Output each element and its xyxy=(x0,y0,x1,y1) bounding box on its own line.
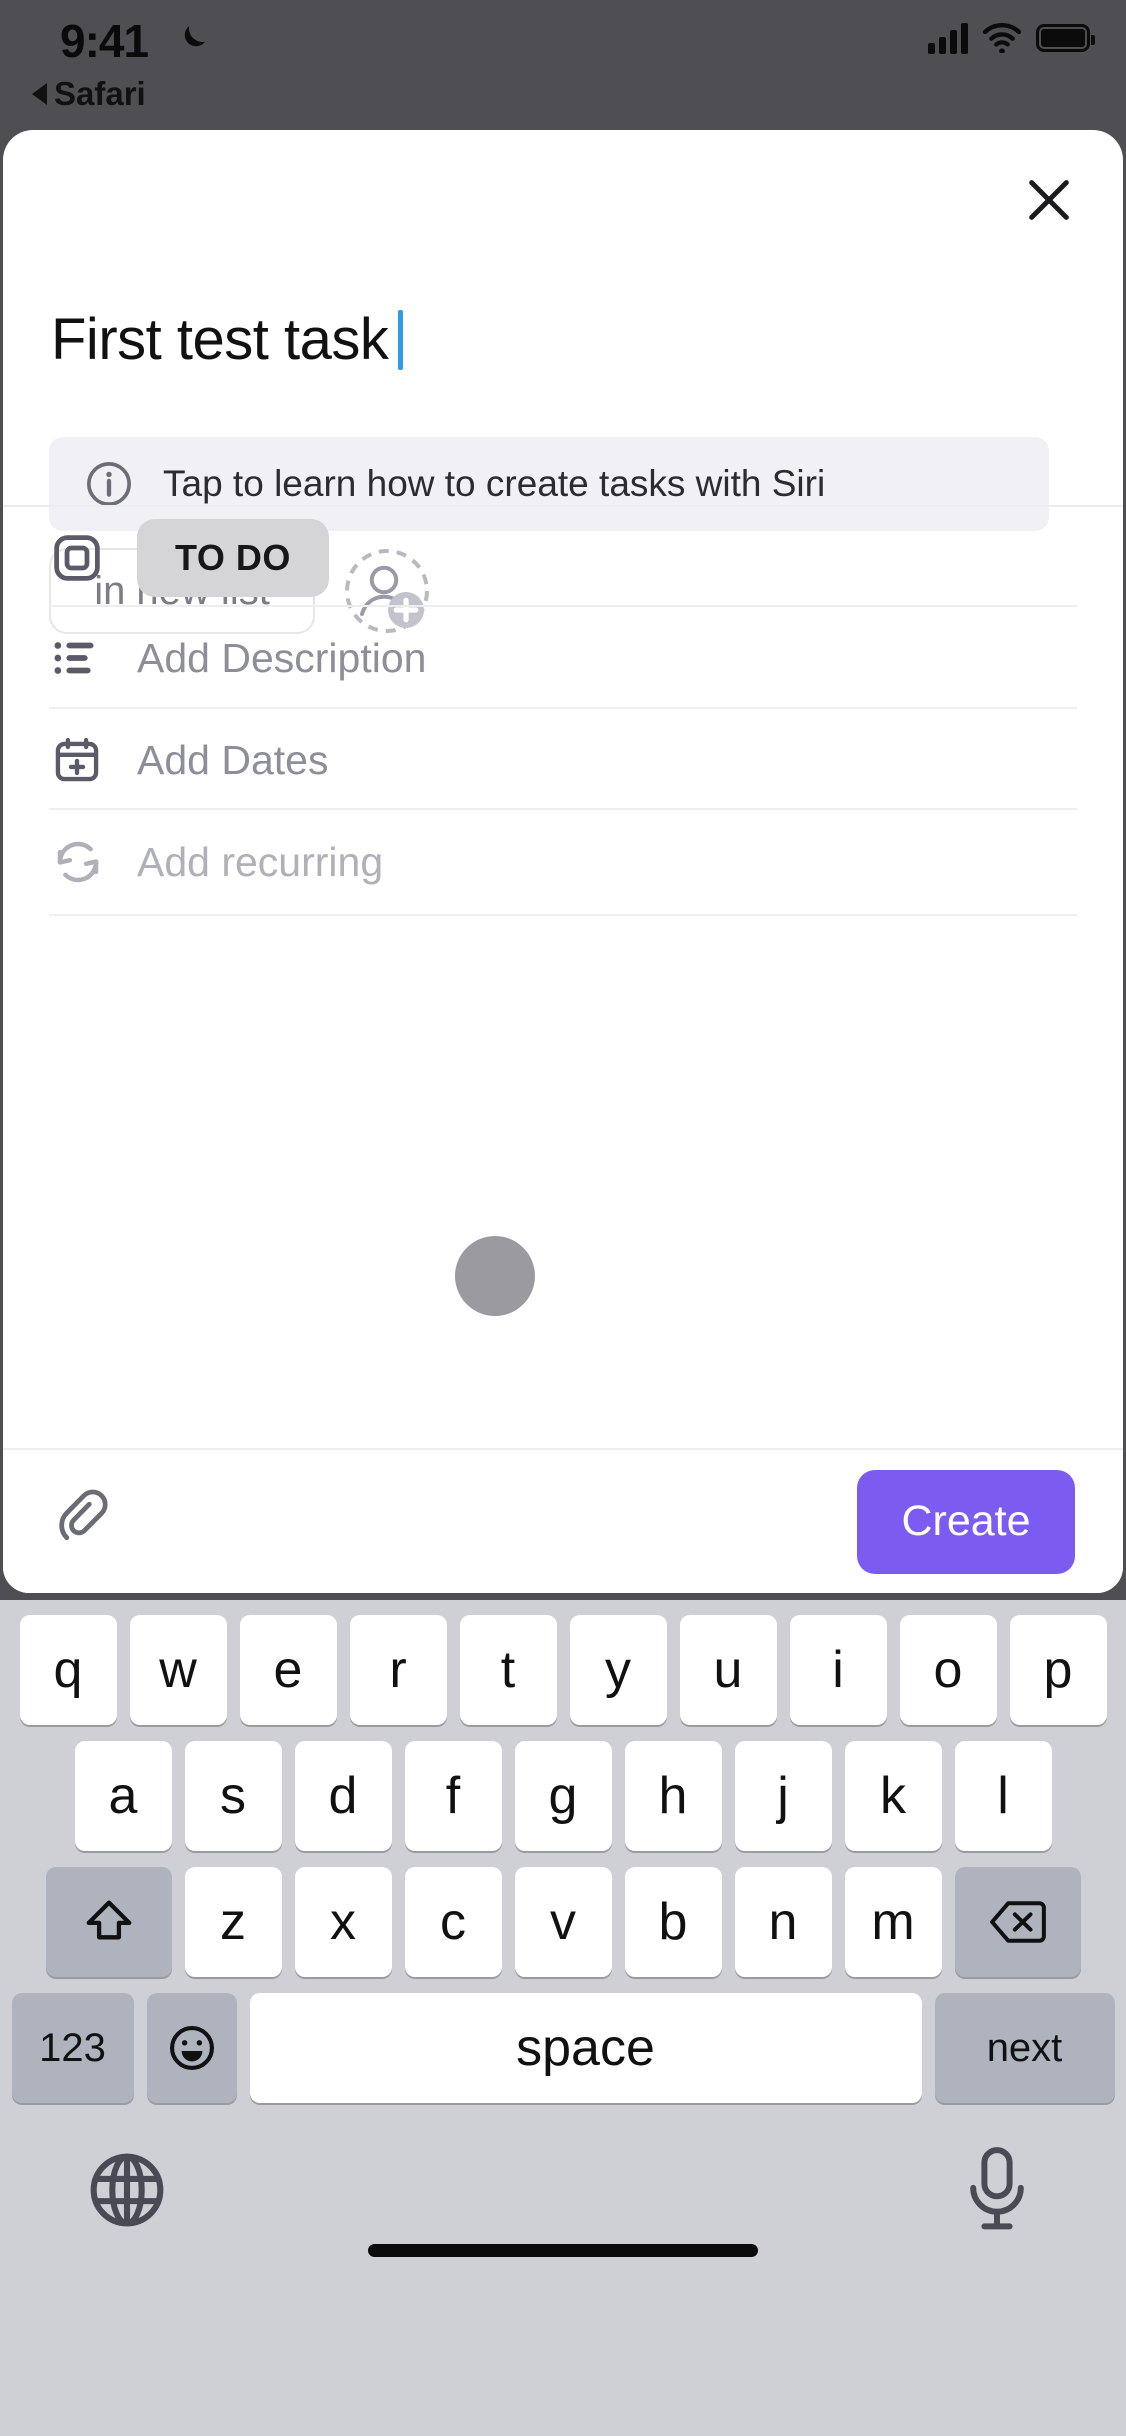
row-divider xyxy=(49,914,1077,916)
keyboard-row-1: q w e r t y u i o p xyxy=(0,1600,1126,1725)
shift-key[interactable] xyxy=(45,1867,172,1977)
key-y[interactable]: y xyxy=(569,1615,667,1725)
keyboard-row-3: z x c v b n m xyxy=(0,1851,1126,1977)
create-task-sheet: First test task Tap to learn how to crea… xyxy=(3,130,1123,1593)
section-divider xyxy=(3,505,1123,507)
key-k[interactable]: k xyxy=(844,1741,942,1851)
microphone-icon xyxy=(970,2147,1024,2230)
row-divider xyxy=(49,707,1077,709)
key-b[interactable]: b xyxy=(624,1867,722,1977)
key-p[interactable]: p xyxy=(1009,1615,1107,1725)
key-n[interactable]: n xyxy=(734,1867,832,1977)
add-description-label: Add Description xyxy=(137,634,427,681)
key-g[interactable]: g xyxy=(514,1741,612,1851)
key-w[interactable]: w xyxy=(129,1615,227,1725)
row-status[interactable]: TO DO xyxy=(3,508,1123,608)
key-i[interactable]: i xyxy=(789,1615,887,1725)
key-c[interactable]: c xyxy=(404,1867,502,1977)
task-title-value: First test task xyxy=(51,307,389,372)
key-q[interactable]: q xyxy=(19,1615,117,1725)
touch-indicator xyxy=(455,1236,535,1316)
keyboard-row-2: a s d f g h j k l xyxy=(0,1725,1126,1851)
row-add-recurring[interactable]: Add recurring xyxy=(3,812,1123,912)
battery-icon xyxy=(1036,24,1095,52)
key-v[interactable]: v xyxy=(514,1867,612,1977)
key-j[interactable]: j xyxy=(734,1741,832,1851)
dictation-key[interactable] xyxy=(962,2143,1032,2237)
recurring-arrows-icon xyxy=(51,835,113,889)
status-bar-indicators xyxy=(928,22,1095,54)
key-x[interactable]: x xyxy=(294,1867,392,1977)
key-h[interactable]: h xyxy=(624,1741,722,1851)
create-button[interactable]: Create xyxy=(857,1469,1075,1574)
back-to-safari-link[interactable]: Safari xyxy=(32,75,146,113)
key-u[interactable]: u xyxy=(679,1615,777,1725)
emoji-key[interactable] xyxy=(146,1993,237,2103)
row-divider xyxy=(49,605,1077,607)
row-add-description[interactable]: Add Description xyxy=(3,608,1123,708)
status-badge-label: TO DO xyxy=(175,537,291,578)
return-key[interactable]: next xyxy=(934,1993,1115,2103)
status-bar: 9:41 Safari xyxy=(0,0,1126,130)
row-add-dates[interactable]: Add Dates xyxy=(3,710,1123,810)
back-label: Safari xyxy=(54,75,146,112)
info-circle-icon xyxy=(87,462,131,506)
siri-hint-text: Tap to learn how to create tasks with Si… xyxy=(163,463,826,504)
key-a[interactable]: a xyxy=(74,1741,172,1851)
status-square-icon xyxy=(51,532,113,584)
add-dates-label: Add Dates xyxy=(137,736,329,783)
keyboard-bottom-bar xyxy=(0,2103,1126,2283)
key-r[interactable]: r xyxy=(349,1615,447,1725)
paperclip-icon xyxy=(59,1489,108,1540)
key-e[interactable]: e xyxy=(239,1615,337,1725)
globe-key[interactable] xyxy=(84,2147,170,2233)
key-m[interactable]: m xyxy=(844,1867,942,1977)
key-d[interactable]: d xyxy=(294,1741,392,1851)
wifi-icon xyxy=(982,23,1022,53)
sheet-bottom-bar: Create xyxy=(3,1448,1123,1593)
text-cursor xyxy=(398,309,404,370)
backspace-icon xyxy=(989,1901,1046,1943)
key-o[interactable]: o xyxy=(899,1615,997,1725)
close-button[interactable] xyxy=(1011,162,1087,238)
onscreen-keyboard: q w e r t y u i o p a s d f g h j k l z … xyxy=(0,1600,1126,2436)
status-badge[interactable]: TO DO xyxy=(137,519,329,597)
cellular-signal-icon xyxy=(928,22,968,54)
close-icon xyxy=(1029,180,1069,220)
space-key[interactable]: space xyxy=(249,1993,922,2103)
keyboard-row-4: 123 space next xyxy=(0,1977,1126,2103)
calendar-plus-icon xyxy=(51,734,113,786)
home-indicator xyxy=(368,2244,758,2257)
description-list-icon xyxy=(51,633,113,683)
backspace-key[interactable] xyxy=(954,1867,1081,1977)
row-divider xyxy=(49,808,1077,810)
key-t[interactable]: t xyxy=(459,1615,557,1725)
key-z[interactable]: z xyxy=(184,1867,282,1977)
shift-up-arrow-icon xyxy=(86,1900,131,1940)
globe-icon xyxy=(90,2153,164,2227)
numbers-key[interactable]: 123 xyxy=(11,1993,134,2103)
add-recurring-label: Add recurring xyxy=(137,838,384,885)
attach-button[interactable] xyxy=(51,1481,121,1563)
back-triangle-icon xyxy=(32,83,47,105)
key-s[interactable]: s xyxy=(184,1741,282,1851)
moon-icon xyxy=(184,26,205,47)
key-f[interactable]: f xyxy=(404,1741,502,1851)
key-l[interactable]: l xyxy=(954,1741,1052,1851)
emoji-smiley-icon xyxy=(169,2026,214,2070)
task-title-input[interactable]: First test task xyxy=(51,306,1063,373)
create-button-label: Create xyxy=(901,1497,1031,1545)
status-bar-time: 9:41 xyxy=(60,15,149,67)
